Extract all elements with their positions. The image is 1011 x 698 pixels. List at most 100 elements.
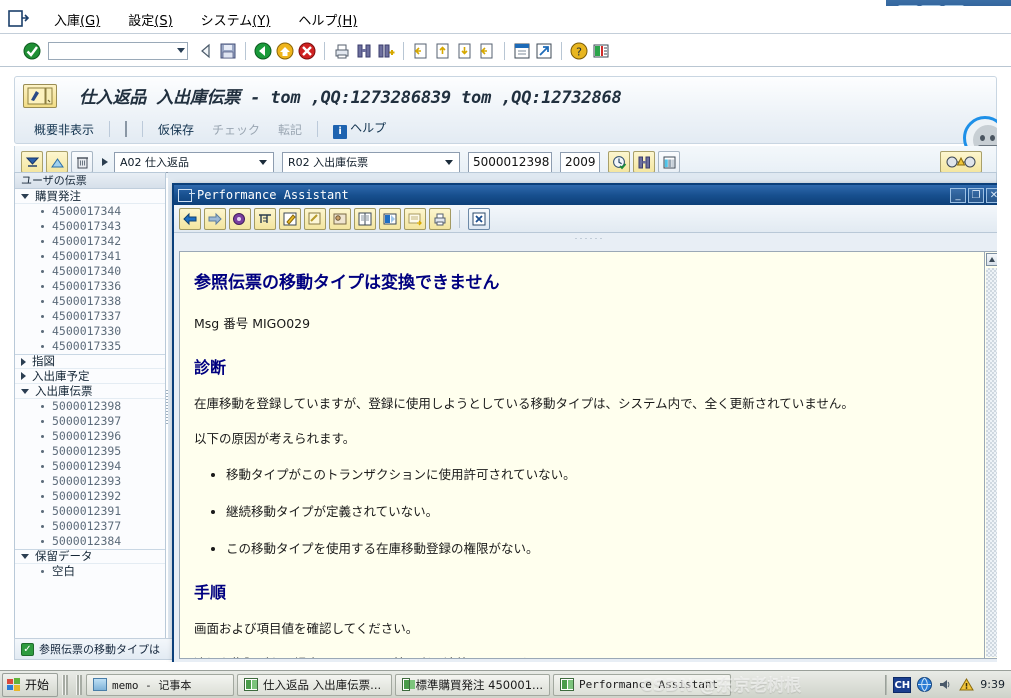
action-type-select[interactable]: A02 仕入返品 <box>114 152 274 173</box>
list-item[interactable]: 5000012393 <box>15 474 165 489</box>
back-arrow-icon[interactable] <box>179 208 201 230</box>
exit-green-icon[interactable] <box>253 41 273 61</box>
chevron-down-icon[interactable] <box>445 160 453 165</box>
find-icon[interactable] <box>633 151 655 173</box>
list-item[interactable]: 4500017336 <box>15 279 165 294</box>
list-item[interactable]: 5000012392 <box>15 489 165 504</box>
reference-type-select[interactable]: R02 入出庫伝票 <box>282 152 460 173</box>
glasses-icon[interactable] <box>940 151 982 173</box>
technical-info-icon[interactable] <box>254 208 276 230</box>
help-icon[interactable]: ? <box>569 41 589 61</box>
help-button[interactable]: iヘルプ <box>324 117 395 141</box>
check-button[interactable]: チェック <box>203 119 269 140</box>
tree-group-purchase-order[interactable]: 購買発注 <box>15 189 165 204</box>
taskbar-item-sap-po[interactable]: 標準購買発注 450001... <box>395 674 550 696</box>
menu-item-inbound[interactable]: 入庫(G) <box>40 8 114 31</box>
menu-item-system[interactable]: システム(Y) <box>187 8 285 31</box>
pa-maximize-button[interactable]: ❐ <box>968 188 984 203</box>
menu-item-settings[interactable]: 設定(S) <box>114 8 186 31</box>
network-icon[interactable] <box>917 677 932 692</box>
list-item[interactable]: 空白 <box>15 564 165 579</box>
last-page-icon[interactable] <box>477 41 497 61</box>
filter-icon[interactable] <box>46 151 68 173</box>
warning-icon[interactable] <box>959 677 974 692</box>
hide-overview-button[interactable]: 概要非表示 <box>25 119 103 140</box>
history-icon[interactable] <box>608 151 630 173</box>
list-item[interactable]: 4500017340 <box>15 264 165 279</box>
list-item[interactable]: 4500017341 <box>15 249 165 264</box>
list-item[interactable]: 5000012384 <box>15 534 165 549</box>
performance-assistant-window[interactable]: Performance Assistant _ ❐ ✕ <box>172 183 1007 668</box>
layout-menu-icon[interactable] <box>591 41 611 61</box>
volume-icon[interactable] <box>938 677 953 692</box>
tree-group-order[interactable]: 指図 <box>15 354 165 369</box>
pa-minimize-button[interactable]: _ <box>950 188 966 203</box>
chevron-right-icon[interactable] <box>21 358 26 366</box>
edit-note-icon[interactable] <box>279 208 301 230</box>
forward-arrow-icon[interactable] <box>204 208 226 230</box>
cancel-yellow-icon[interactable] <box>275 41 295 61</box>
document-number-input[interactable]: 5000012398 <box>468 152 552 173</box>
sap-library-icon[interactable] <box>379 208 401 230</box>
next-page-icon[interactable] <box>455 41 475 61</box>
user-documents-tree[interactable]: ユーザの伝票 購買発注 4500017344 4500017343 450001… <box>14 172 166 660</box>
enter-check-icon[interactable] <box>22 41 42 61</box>
tree-group-material-document[interactable]: 入出庫伝票 <box>15 384 165 399</box>
sap-document-icon[interactable] <box>8 10 32 30</box>
print-icon[interactable] <box>429 208 451 230</box>
taskbar-grip[interactable] <box>62 675 68 695</box>
first-page-icon[interactable] <box>411 41 431 61</box>
previous-page-icon[interactable] <box>433 41 453 61</box>
list-item[interactable]: 4500017330 <box>15 324 165 339</box>
message-long-text-icon[interactable] <box>229 208 251 230</box>
list-item[interactable]: 5000012397 <box>15 414 165 429</box>
tree-group-inbound-delivery[interactable]: 入出庫予定 <box>15 369 165 384</box>
print-icon[interactable] <box>332 41 352 61</box>
list-item[interactable]: 5000012391 <box>15 504 165 519</box>
find-next-icon[interactable] <box>376 41 396 61</box>
menu-item-help[interactable]: ヘルプ(H) <box>284 8 371 31</box>
list-item[interactable]: 4500017342 <box>15 234 165 249</box>
close-x-icon[interactable] <box>468 208 490 230</box>
command-field[interactable] <box>48 42 188 60</box>
chevron-down-icon[interactable] <box>21 389 29 394</box>
show-list-icon[interactable] <box>21 151 43 173</box>
document-year-input[interactable]: 2009 <box>560 152 600 173</box>
chevron-down-icon[interactable] <box>21 194 29 199</box>
taskbar-item-performance-assistant[interactable]: Performance Assistant <box>553 674 731 696</box>
delete-icon[interactable] <box>71 151 93 173</box>
hold-button[interactable]: 仮保存 <box>149 119 203 140</box>
chevron-down-icon[interactable] <box>177 48 185 53</box>
new-session-icon[interactable] <box>512 41 532 61</box>
taskbar-grip[interactable] <box>76 675 82 695</box>
chevron-down-icon[interactable] <box>21 554 29 559</box>
taskbar-item-sap-return[interactable]: 仕入返品 入出庫伝票... <box>237 674 392 696</box>
ime-indicator[interactable]: CH <box>893 677 911 693</box>
list-item[interactable]: 4500017335 <box>15 339 165 354</box>
window-resize-grip[interactable]: ······ <box>174 233 1005 242</box>
chevron-right-icon[interactable] <box>21 372 26 380</box>
list-item[interactable]: 4500017338 <box>15 294 165 309</box>
post-button[interactable]: 転記 <box>269 119 311 140</box>
glossary-icon[interactable] <box>354 208 376 230</box>
stop-red-icon[interactable] <box>297 41 317 61</box>
taskbar-item-notepad[interactable]: memo - 记事本 <box>86 674 234 696</box>
list-item[interactable]: 4500017344 <box>15 204 165 219</box>
find-icon[interactable] <box>354 41 374 61</box>
back-arrow-icon[interactable] <box>196 41 216 61</box>
performance-assistant-title-bar[interactable]: Performance Assistant _ ❐ ✕ <box>174 185 1005 205</box>
chevron-down-icon[interactable] <box>259 160 267 165</box>
list-item[interactable]: 4500017343 <box>15 219 165 234</box>
customizing-icon[interactable] <box>304 208 326 230</box>
list-item[interactable]: 5000012395 <box>15 444 165 459</box>
tree-group-held-data[interactable]: 保留データ <box>15 549 165 564</box>
list-item[interactable]: 4500017337 <box>15 309 165 324</box>
list-item[interactable]: 5000012394 <box>15 459 165 474</box>
new-document-button[interactable] <box>116 120 136 138</box>
application-help-icon[interactable] <box>329 208 351 230</box>
list-item[interactable]: 5000012396 <box>15 429 165 444</box>
note-icon[interactable] <box>404 208 426 230</box>
list-item[interactable]: 5000012377 <box>15 519 165 534</box>
save-icon[interactable] <box>218 41 238 61</box>
layout-icon[interactable] <box>658 151 680 173</box>
